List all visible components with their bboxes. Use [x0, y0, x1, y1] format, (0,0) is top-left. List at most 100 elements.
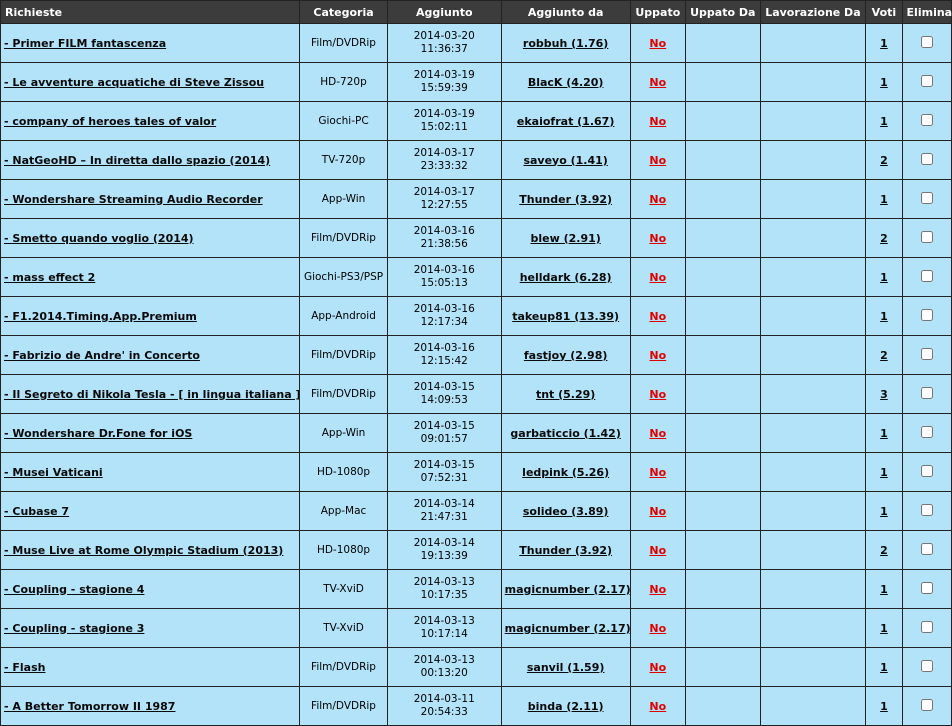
delete-checkbox[interactable]	[920, 581, 933, 594]
delete-checkbox[interactable]	[920, 113, 933, 126]
uppato-link[interactable]: No	[649, 154, 666, 167]
added-date: 2014-03-16	[413, 342, 475, 354]
added-by-link[interactable]: magicnumber (2.17)	[505, 622, 630, 635]
request-title-cell: - Cubase 7	[1, 492, 300, 530]
uppato-link[interactable]: No	[649, 583, 666, 596]
uppato-link[interactable]: No	[649, 427, 666, 440]
uppato-link[interactable]: No	[649, 76, 666, 89]
request-title-link[interactable]: - Primer FILM fantascenza	[4, 37, 166, 50]
uppato-link[interactable]: No	[649, 466, 666, 479]
votes-link[interactable]: 1	[880, 505, 888, 518]
delete-checkbox[interactable]	[920, 620, 933, 633]
request-title-link[interactable]: - Smetto quando voglio (2014)	[4, 232, 194, 245]
request-title-link[interactable]: - F1.2014.Timing.App.Premium	[4, 310, 197, 323]
delete-checkbox[interactable]	[920, 230, 933, 243]
request-title-cell: - F1.2014.Timing.App.Premium	[1, 297, 300, 335]
added-by-link[interactable]: BlacK (4.20)	[528, 76, 604, 89]
request-title-link[interactable]: - Coupling - stagione 3	[4, 622, 144, 635]
request-title-link[interactable]: - Wondershare Streaming Audio Recorder	[4, 193, 263, 206]
uppato-link[interactable]: No	[649, 310, 666, 323]
added-by-link[interactable]: Thunder (3.92)	[519, 544, 612, 557]
added-by-link[interactable]: sanvil (1.59)	[527, 661, 605, 674]
votes-link[interactable]: 3	[880, 388, 888, 401]
votes-link[interactable]: 1	[880, 583, 888, 596]
request-title-link[interactable]: - Wondershare Dr.Fone for iOS	[4, 427, 192, 440]
request-title-link[interactable]: - NatGeoHD – In diretta dallo spazio (20…	[4, 154, 270, 167]
added-by-link[interactable]: ekaiofrat (1.67)	[517, 115, 614, 128]
uppato-cell: No	[630, 219, 685, 257]
uppato-link[interactable]: No	[649, 115, 666, 128]
uppato-link[interactable]: No	[649, 388, 666, 401]
delete-cell	[902, 492, 951, 530]
uppato-link[interactable]: No	[649, 349, 666, 362]
votes-link[interactable]: 1	[880, 700, 888, 713]
added-by-link[interactable]: robbuh (1.76)	[523, 37, 608, 50]
uppato-da-cell	[686, 648, 760, 686]
votes-link[interactable]: 1	[880, 427, 888, 440]
delete-checkbox[interactable]	[920, 464, 933, 477]
delete-checkbox[interactable]	[920, 386, 933, 399]
uppato-link[interactable]: No	[649, 193, 666, 206]
request-title-link[interactable]: - Cubase 7	[4, 505, 69, 518]
votes-link[interactable]: 2	[880, 154, 888, 167]
delete-checkbox[interactable]	[920, 269, 933, 282]
request-title-link[interactable]: - Fabrizio de Andre' in Concerto	[4, 349, 200, 362]
votes-link[interactable]: 1	[880, 271, 888, 284]
votes-link[interactable]: 1	[880, 193, 888, 206]
added-by-link[interactable]: garbaticcio (1.42)	[510, 427, 620, 440]
request-title-link[interactable]: - A Better Tomorrow II 1987	[4, 700, 175, 713]
request-title-link[interactable]: - Il Segreto di Nikola Tesla - [ in ling…	[4, 388, 299, 401]
request-title-link[interactable]: - Flash	[4, 661, 45, 674]
uppato-da-cell	[686, 375, 760, 413]
uppato-link[interactable]: No	[649, 37, 666, 50]
added-by-link[interactable]: ledpink (5.26)	[522, 466, 609, 479]
added-by-link[interactable]: fastjoy (2.98)	[524, 349, 608, 362]
uppato-link[interactable]: No	[649, 622, 666, 635]
uppato-link[interactable]: No	[649, 271, 666, 284]
added-by-link[interactable]: binda (2.11)	[528, 700, 604, 713]
request-title-link[interactable]: - company of heroes tales of valor	[4, 115, 216, 128]
added-by-link[interactable]: magicnumber (2.17)	[505, 583, 630, 596]
votes-link[interactable]: 1	[880, 76, 888, 89]
delete-checkbox[interactable]	[920, 308, 933, 321]
added-by-link[interactable]: helldark (6.28)	[520, 271, 612, 284]
votes-link[interactable]: 1	[880, 115, 888, 128]
added-by-link[interactable]: solideo (3.89)	[523, 505, 609, 518]
delete-checkbox[interactable]	[920, 152, 933, 165]
added-by-link[interactable]: saveyo (1.41)	[523, 154, 607, 167]
delete-checkbox[interactable]	[920, 659, 933, 672]
request-title-link[interactable]: - Le avventure acquatiche di Steve Zisso…	[4, 76, 264, 89]
votes-link[interactable]: 2	[880, 544, 888, 557]
delete-checkbox[interactable]	[920, 35, 933, 48]
votes-link[interactable]: 1	[880, 466, 888, 479]
delete-checkbox[interactable]	[920, 698, 933, 711]
uppato-link[interactable]: No	[649, 505, 666, 518]
delete-checkbox[interactable]	[920, 74, 933, 87]
delete-checkbox[interactable]	[920, 191, 933, 204]
votes-link[interactable]: 1	[880, 661, 888, 674]
added-by-link[interactable]: takeup81 (13.39)	[512, 310, 619, 323]
uppato-link[interactable]: No	[649, 232, 666, 245]
category-cell: HD-1080p	[300, 531, 387, 569]
votes-link[interactable]: 2	[880, 349, 888, 362]
delete-checkbox[interactable]	[920, 425, 933, 438]
request-title-link[interactable]: - Musei Vaticani	[4, 466, 103, 479]
added-by-link[interactable]: blew (2.91)	[530, 232, 600, 245]
request-title-link[interactable]: - Muse Live at Rome Olympic Stadium (201…	[4, 544, 283, 557]
votes-cell: 1	[866, 687, 902, 725]
votes-link[interactable]: 1	[880, 37, 888, 50]
delete-checkbox[interactable]	[920, 347, 933, 360]
request-title-link[interactable]: - Coupling - stagione 4	[4, 583, 144, 596]
votes-link[interactable]: 1	[880, 310, 888, 323]
uppato-link[interactable]: No	[649, 544, 666, 557]
delete-checkbox[interactable]	[920, 503, 933, 516]
added-by-link[interactable]: tnt (5.29)	[536, 388, 595, 401]
delete-cell	[902, 336, 951, 374]
added-by-link[interactable]: Thunder (3.92)	[519, 193, 612, 206]
votes-link[interactable]: 1	[880, 622, 888, 635]
request-title-link[interactable]: - mass effect 2	[4, 271, 95, 284]
delete-checkbox[interactable]	[920, 542, 933, 555]
votes-link[interactable]: 2	[880, 232, 888, 245]
uppato-link[interactable]: No	[649, 661, 666, 674]
uppato-link[interactable]: No	[649, 700, 666, 713]
